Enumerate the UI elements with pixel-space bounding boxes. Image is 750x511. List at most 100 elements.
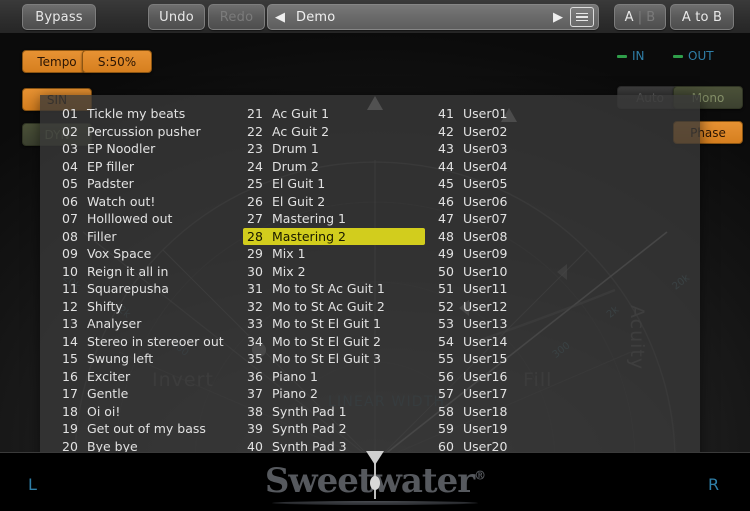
preset-list-item[interactable]: 05 Padster: [58, 175, 258, 193]
preset-list-item[interactable]: 44 User04: [434, 158, 634, 176]
preset-list-item[interactable]: 02 Percussion pusher: [58, 123, 258, 141]
preset-list-item[interactable]: 11 Squarepusha: [58, 280, 258, 298]
preset-number: 32: [247, 298, 263, 314]
plugin-body: Invert Fill Acuity LINEAR WIDTH IID LINK…: [0, 33, 750, 452]
preset-column-3: 41 User01 42 User02 43 User03 44 User04 45 User05…: [434, 105, 634, 452]
preset-list-item[interactable]: 16 Exciter: [58, 368, 258, 386]
copy-a-to-b-button[interactable]: A to B: [670, 4, 734, 30]
preset-name-field[interactable]: ◀ Demo ▶: [267, 4, 599, 30]
preset-number: 50: [438, 263, 454, 279]
preset-list-item[interactable]: 34 Mo to St El Guit 2: [243, 333, 443, 351]
preset-list-item[interactable]: 46 User06: [434, 193, 634, 211]
preset-number: 58: [438, 403, 454, 419]
preset-list-item[interactable]: 42 User02: [434, 123, 634, 141]
preset-list-item[interactable]: 14 Stereo in stereoer out: [58, 333, 258, 351]
input-meter[interactable]: IN: [617, 49, 645, 63]
preset-name: Mo to St Ac Guit 1: [272, 281, 385, 296]
preset-list-item[interactable]: 36 Piano 1: [243, 368, 443, 386]
preset-list-item[interactable]: 01 Tickle my beats: [58, 105, 258, 123]
preset-list-item[interactable]: 35 Mo to St El Guit 3: [243, 350, 443, 368]
preset-number: 39: [247, 421, 263, 436]
preset-name: Drum 1: [272, 141, 319, 156]
preset-name: Ac Guit 1: [272, 106, 330, 121]
preset-list-item[interactable]: 43 User03: [434, 140, 634, 158]
preset-list-item[interactable]: 06 Watch out!: [58, 193, 258, 211]
preset-list-item[interactable]: 27 Mastering 1: [243, 210, 443, 228]
preset-list-item[interactable]: 47 User07: [434, 210, 634, 228]
preset-number: 06: [62, 193, 78, 209]
plugin-window: Bypass Undo Redo ◀ Demo ▶ A | B A to B T…: [0, 0, 750, 511]
preset-list-item[interactable]: 57 User17: [434, 385, 634, 403]
preset-list-item[interactable]: 39 Synth Pad 2: [243, 420, 443, 438]
preset-list-item[interactable]: 59 User19: [434, 420, 634, 438]
preset-name: Oi oi!: [87, 403, 121, 419]
preset-list-item[interactable]: 17 Gentle: [58, 385, 258, 403]
preset-list-item[interactable]: 18 Oi oi!: [58, 403, 258, 421]
ab-compare-button[interactable]: A | B: [614, 4, 666, 30]
preset-name: EP Noodler: [87, 141, 156, 156]
preset-list-item[interactable]: 55 User15: [434, 350, 634, 368]
preset-list-item[interactable]: 45 User05: [434, 175, 634, 193]
output-meter-led: [673, 54, 683, 58]
stereo-amount-button[interactable]: S:50%: [82, 50, 152, 73]
preset-number: 44: [438, 158, 454, 174]
preset-list-item[interactable]: 54 User14: [434, 333, 634, 351]
preset-name: User12: [463, 298, 508, 314]
preset-list-item[interactable]: 13 Analyser: [58, 315, 258, 333]
preset-list-item[interactable]: 37 Piano 2: [243, 385, 443, 403]
preset-list-item[interactable]: 04 EP filler: [58, 158, 258, 176]
next-preset-icon[interactable]: ▶: [546, 5, 570, 29]
preset-list-item[interactable]: 25 El Guit 1: [243, 175, 443, 193]
preset-list-item[interactable]: 41 User01: [434, 105, 634, 123]
preset-name: Mix 2: [272, 263, 306, 279]
preset-list-item[interactable]: 19 Get out of my bass: [58, 420, 258, 438]
preset-name: Mo to St El Guit 1: [272, 316, 381, 331]
preset-number: 01: [62, 106, 78, 121]
preset-list-item[interactable]: 50 User10: [434, 263, 634, 281]
preset-list-item[interactable]: 29 Mix 1: [243, 245, 443, 263]
preset-list-item[interactable]: 56 User16: [434, 368, 634, 386]
preset-list-icon[interactable]: [570, 7, 594, 27]
preset-list-item[interactable]: 23 Drum 1: [243, 140, 443, 158]
preset-list-item[interactable]: 12 Shifty: [58, 298, 258, 316]
preset-list-item[interactable]: 51 User11: [434, 280, 634, 298]
preset-name: Squarepusha: [87, 281, 169, 296]
previous-preset-icon[interactable]: ◀: [268, 5, 292, 29]
preset-number: 48: [438, 228, 454, 244]
preset-name: Stereo in stereoer out: [87, 333, 224, 349]
preset-list-item[interactable]: 33 Mo to St El Guit 1: [243, 315, 443, 333]
preset-list-item[interactable]: 53 User13: [434, 315, 634, 333]
preset-number: 13: [62, 316, 78, 331]
preset-list-item[interactable]: 15 Swung left: [58, 350, 258, 368]
bypass-button[interactable]: Bypass: [22, 4, 96, 30]
center-indicator-dot: [370, 476, 380, 490]
preset-list-item[interactable]: 24 Drum 2: [243, 158, 443, 176]
preset-list-item[interactable]: 07 Holllowed out: [58, 210, 258, 228]
undo-button[interactable]: Undo: [148, 4, 205, 30]
preset-list-item[interactable]: 48 User08: [434, 228, 634, 246]
preset-list-item[interactable]: 28 Mastering 2: [243, 227, 425, 245]
preset-list-item[interactable]: 52 User12: [434, 298, 634, 316]
preset-list-item[interactable]: 38 Synth Pad 1: [243, 403, 443, 421]
top-toolbar: Bypass Undo Redo ◀ Demo ▶ A | B A to B: [0, 0, 750, 34]
preset-list-item[interactable]: 26 El Guit 2: [243, 193, 443, 211]
output-meter[interactable]: OUT: [673, 49, 714, 63]
preset-list-item[interactable]: 58 User18: [434, 403, 634, 421]
preset-number: 56: [438, 368, 454, 384]
right-channel-label: R: [708, 475, 720, 494]
preset-list-item[interactable]: 10 Reign it all in: [58, 263, 258, 281]
redo-button[interactable]: Redo: [208, 4, 265, 30]
preset-list-item[interactable]: 49 User09: [434, 245, 634, 263]
preset-list-item[interactable]: 09 Vox Space: [58, 245, 258, 263]
preset-number: 47: [438, 211, 454, 226]
preset-list-item[interactable]: 08 Filler: [58, 228, 258, 246]
preset-list-item[interactable]: 03 EP Noodler: [58, 140, 258, 158]
preset-list-item[interactable]: 30 Mix 2: [243, 263, 443, 281]
preset-list-item[interactable]: 22 Ac Guit 2: [243, 123, 443, 141]
preset-name: User19: [463, 421, 508, 436]
preset-number: 35: [247, 351, 263, 366]
preset-name: User18: [463, 403, 508, 419]
preset-list-item[interactable]: 21 Ac Guit 1: [243, 105, 443, 123]
preset-list-item[interactable]: 31 Mo to St Ac Guit 1: [243, 280, 443, 298]
preset-list-item[interactable]: 32 Mo to St Ac Guit 2: [243, 298, 443, 316]
